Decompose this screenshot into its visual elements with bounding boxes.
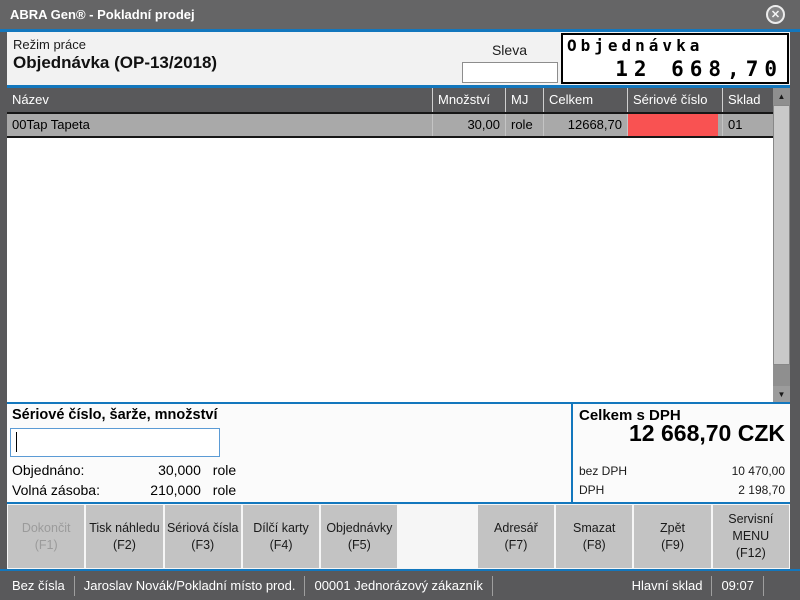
status-warehouse: Hlavní sklad	[623, 576, 713, 596]
orders-button[interactable]: Objednávky (F5)	[321, 505, 397, 568]
without-vat-value: 10 470,00	[627, 464, 785, 478]
ordered-unit: role	[213, 462, 236, 478]
back-label: Zpět	[660, 520, 685, 537]
table-scrollbar[interactable]: ▲ ▼	[773, 88, 790, 402]
discount-label: Sleva	[437, 42, 527, 58]
cell-sklad: 01	[722, 114, 773, 136]
address-book-key: (F7)	[504, 537, 527, 554]
col-header-sklad[interactable]: Sklad	[722, 88, 773, 112]
totals-panel: Celkem s DPH 12 668,70 CZK bez DPH 10 47…	[573, 404, 790, 502]
close-icon[interactable]: ✕	[766, 5, 785, 24]
col-header-mnozstvi[interactable]: Množství	[432, 88, 505, 112]
finish-button-label: Dokončit	[22, 520, 71, 537]
work-mode-value: Objednávka (OP-13/2018)	[13, 53, 217, 73]
vat-label: DPH	[579, 483, 604, 497]
window-content: Režim práce Objednávka (OP-13/2018) Slev…	[7, 32, 790, 569]
without-vat-row: bez DPH 10 470,00	[579, 464, 785, 478]
cell-nazev: 00Tap Tapeta	[7, 114, 432, 136]
title-bar: ABRA Gen® - Pokladní prodej ✕	[0, 0, 800, 29]
ordered-value: 30,000	[126, 462, 201, 478]
without-vat-label: bez DPH	[579, 464, 627, 478]
text-caret	[16, 432, 17, 452]
order-total-display: Objednávka 12 668,70	[561, 33, 789, 84]
status-clock: 09:07	[712, 576, 764, 596]
status-bar: Bez čísla Jaroslav Novák/Pokladní místo …	[0, 569, 800, 600]
window-border-left	[0, 32, 7, 569]
back-button[interactable]: Zpět (F9)	[634, 505, 710, 568]
delete-key: (F8)	[583, 537, 606, 554]
discount-input[interactable]	[462, 62, 558, 83]
col-header-nazev[interactable]: Název	[7, 88, 432, 112]
empty-f6-slot	[399, 505, 475, 568]
delete-label: Smazat	[573, 520, 615, 537]
cell-celkem: 12668,70	[543, 114, 627, 136]
print-preview-button[interactable]: Tisk náhledu (F2)	[86, 505, 162, 568]
col-header-celkem[interactable]: Celkem	[543, 88, 627, 112]
free-stock-value: 210,000	[126, 482, 201, 498]
free-stock-label: Volná zásoba:	[12, 482, 122, 498]
print-preview-key: (F2)	[113, 537, 136, 554]
items-table: Název Množství MJ Celkem Sériové číslo S…	[7, 88, 790, 402]
table-row[interactable]: 00Tap Tapeta 30,00 role 12668,70 01	[7, 112, 773, 138]
address-book-label: Adresář	[494, 520, 538, 537]
service-menu-key: (F12)	[736, 545, 766, 562]
scrollbar-thumb[interactable]	[773, 105, 790, 365]
vat-value: 2 198,70	[604, 483, 785, 497]
partial-cards-key: (F4)	[270, 537, 293, 554]
ordered-label: Objednáno:	[12, 462, 122, 478]
col-header-seriove-cislo[interactable]: Sériové číslo	[627, 88, 722, 112]
cell-seriove-cislo	[627, 114, 722, 136]
total-with-vat: 12 668,70 CZK	[629, 420, 785, 447]
partial-cards-label: Dílčí karty	[253, 520, 309, 537]
serial-numbers-label: Sériová čísla	[167, 520, 239, 537]
window-title: ABRA Gen® - Pokladní prodej	[0, 7, 195, 22]
order-display-title: Objednávka	[567, 36, 703, 55]
service-menu-button[interactable]: Servisní MENU (F12)	[713, 505, 789, 568]
pos-window: ABRA Gen® - Pokladní prodej ✕ Režim prác…	[0, 0, 800, 600]
serial-detail-panel: Sériové číslo, šarže, množství Objednáno…	[7, 404, 571, 502]
finish-button[interactable]: Dokončit (F1)	[8, 505, 84, 568]
window-border-right	[790, 32, 800, 569]
serial-numbers-key: (F3)	[191, 537, 214, 554]
serial-panel-heading: Sériové číslo, šarže, množství	[12, 407, 218, 423]
free-stock-row: Volná zásoba: 210,000 role	[12, 482, 242, 498]
order-display-amount: 12 668,70	[615, 57, 783, 81]
scroll-up-icon[interactable]: ▲	[773, 88, 790, 104]
orders-key: (F5)	[348, 537, 371, 554]
missing-serial-highlight	[628, 114, 718, 136]
vat-row: DPH 2 198,70	[579, 483, 785, 497]
cell-mnozstvi: 30,00	[432, 114, 505, 136]
close-glyph: ✕	[771, 8, 780, 21]
partial-cards-button[interactable]: Dílčí karty (F4)	[243, 505, 319, 568]
serial-numbers-button[interactable]: Sériová čísla (F3)	[165, 505, 241, 568]
serial-number-input[interactable]	[10, 428, 220, 457]
cell-mj: role	[505, 114, 543, 136]
back-key: (F9)	[661, 537, 684, 554]
bottom-panels: Sériové číslo, šarže, množství Objednáno…	[7, 404, 790, 502]
status-receipt-number: Bez čísla	[3, 576, 75, 596]
delete-button[interactable]: Smazat (F8)	[556, 505, 632, 568]
finish-button-key: (F1)	[35, 537, 58, 554]
work-mode-label: Režim práce	[13, 37, 86, 52]
status-cashier: Jaroslav Novák/Pokladní místo prod.	[75, 576, 306, 596]
col-header-mj[interactable]: MJ	[505, 88, 543, 112]
service-menu-label: Servisní MENU	[713, 511, 789, 545]
function-button-bar: Dokončit (F1) Tisk náhledu (F2) Sériová …	[7, 504, 790, 569]
top-panel: Režim práce Objednávka (OP-13/2018) Slev…	[7, 32, 790, 88]
ordered-row: Objednáno: 30,000 role	[12, 462, 242, 478]
address-book-button[interactable]: Adresář (F7)	[478, 505, 554, 568]
free-stock-unit: role	[213, 482, 236, 498]
orders-label: Objednávky	[326, 520, 392, 537]
table-header-row: Název Množství MJ Celkem Sériové číslo S…	[7, 88, 773, 112]
status-spacer	[493, 576, 623, 596]
scroll-down-icon[interactable]: ▼	[773, 386, 790, 402]
print-preview-label: Tisk náhledu	[89, 520, 159, 537]
status-customer: 00001 Jednorázový zákazník	[305, 576, 492, 596]
